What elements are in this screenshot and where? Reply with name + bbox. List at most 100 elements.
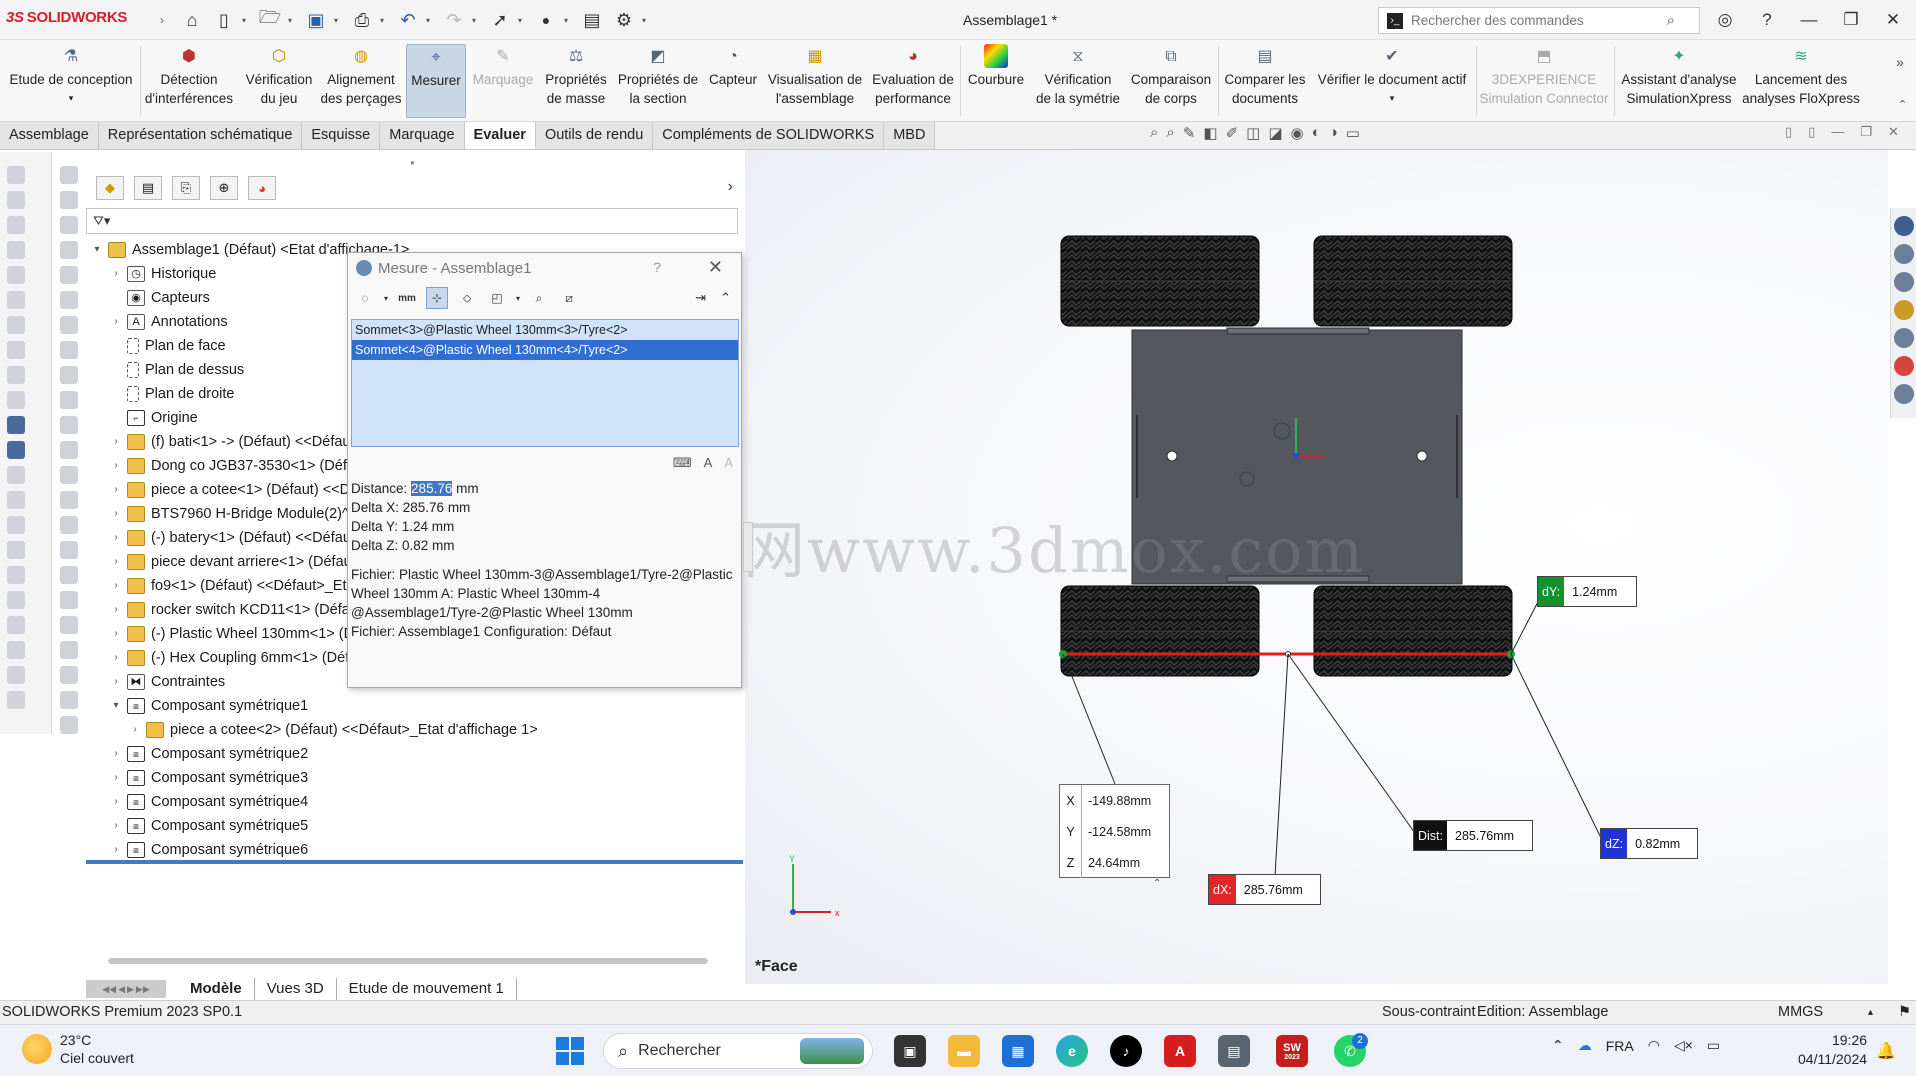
sketch-tool-icon[interactable]	[60, 191, 78, 209]
sketch-tool-icon[interactable]	[7, 641, 25, 659]
dimxpert-tab-icon[interactable]: ⊕	[210, 176, 238, 200]
taskbar-search-input[interactable]: ⌕ Rechercher	[603, 1033, 873, 1069]
sketch-tool-icon[interactable]	[7, 266, 25, 284]
tree-filter-input[interactable]: ⛛▾	[86, 208, 738, 234]
section-view-icon[interactable]: ◧	[1203, 124, 1217, 142]
sketch-tool-icon[interactable]	[7, 666, 25, 684]
sketch-tool-icon[interactable]	[7, 516, 25, 534]
interference-detection-button[interactable]: ⬢ Détection d'interférences	[143, 44, 235, 118]
menu-arrow-icon[interactable]: ›	[160, 13, 164, 27]
appearance-icon[interactable]: ◐	[1312, 124, 1321, 142]
collapse-callout-icon[interactable]: ⌃	[1153, 878, 1161, 889]
sketch-tool-icon[interactable]	[60, 566, 78, 584]
sketch-tool-icon[interactable]	[7, 241, 25, 259]
options-gear-icon[interactable]: ⚙	[610, 6, 638, 34]
tree-item[interactable]: › ⧈ Composant symétrique5	[86, 814, 743, 838]
xyz-coordinate-callout[interactable]: X -149.88mm Y -124.58mm Z 24.64mm	[1059, 784, 1170, 878]
compare-documents-button[interactable]: ▤ Comparer les documents	[1222, 44, 1308, 118]
chevron-down-icon[interactable]: ▾	[384, 294, 388, 303]
assembly-visualization-button[interactable]: ▦ Visualisation de l'assemblage	[764, 44, 866, 118]
sketch-tool-icon[interactable]	[60, 666, 78, 684]
wheel-front-left[interactable]	[1060, 235, 1260, 327]
tree-item[interactable]: ▾ ⧈ Composant symétrique1	[86, 694, 743, 718]
3dexperience-icon[interactable]	[1894, 216, 1914, 236]
battery-icon[interactable]: ▭	[1707, 1037, 1720, 1054]
chevron-right-icon[interactable]: ›	[109, 430, 123, 454]
tiktok-icon[interactable]: ♪	[1110, 1035, 1142, 1067]
panel-divider[interactable]	[86, 860, 743, 864]
chevron-right-icon[interactable]: ›	[109, 526, 123, 550]
measure-button[interactable]: ⌖ Mesurer	[406, 44, 466, 118]
sketch-tool-icon[interactable]	[60, 391, 78, 409]
property-manager-tab-icon[interactable]: ▤	[134, 176, 162, 200]
file-properties-icon[interactable]: ▤	[578, 6, 606, 34]
tile-vertical-icon[interactable]: ▯	[1808, 124, 1815, 140]
tile-horizontal-icon[interactable]: ▯	[1785, 124, 1792, 140]
redo-icon[interactable]: ↷	[440, 6, 468, 34]
tab-esquisse[interactable]: Esquisse	[302, 122, 381, 149]
chevron-right-icon[interactable]: ›	[109, 502, 123, 526]
microsoft-store-icon[interactable]: ▦	[1002, 1035, 1034, 1067]
distance-value[interactable]: 285.76	[411, 481, 453, 496]
design-study-button[interactable]: ⚗ Etude de conception ▾	[6, 44, 136, 118]
tree-item[interactable]: › ⧈ Composant symétrique6	[86, 838, 743, 862]
windows-start-icon[interactable]	[556, 1037, 584, 1065]
chevron-down-icon[interactable]: ▾	[564, 16, 574, 25]
doc-restore-button[interactable]: ❐	[1860, 124, 1872, 140]
chevron-down-icon[interactable]: ▾	[288, 16, 298, 25]
font-smaller-icon[interactable]: A	[724, 455, 733, 471]
measure-title-bar[interactable]: Mesure - Assemblage1	[348, 253, 741, 283]
tree-item[interactable]: › ⧈ Composant symétrique3	[86, 766, 743, 790]
command-search-input[interactable]: ›_ Rechercher des commandes ⌕	[1378, 7, 1700, 34]
sketch-tool-icon[interactable]	[7, 566, 25, 584]
weather-widget[interactable]: 23°C Ciel couvert	[22, 1031, 134, 1067]
check-active-document-button[interactable]: ✔ Vérifier le document actif ▾	[1312, 44, 1472, 118]
tree-item[interactable]: › ⧈ Composant symétrique4	[86, 790, 743, 814]
mass-properties-button[interactable]: ⚖ Propriétés de masse	[540, 44, 612, 118]
chevron-right-icon[interactable]: ›	[109, 574, 123, 598]
ribbon-overflow-icon[interactable]: »	[1896, 54, 1904, 70]
sketch-tool-icon[interactable]	[7, 391, 25, 409]
sketch-tool-icon[interactable]	[60, 641, 78, 659]
tree-item[interactable]: › ⧈ Composant symétrique2	[86, 742, 743, 766]
sketch-tool-icon[interactable]	[60, 366, 78, 384]
open-folder-icon[interactable]: 🗁	[256, 6, 284, 34]
chevron-up-icon[interactable]: ⌃	[1552, 1037, 1564, 1054]
notification-bell-icon[interactable]: 🔔	[1876, 1041, 1896, 1061]
clock[interactable]: 19:26 04/11/2024	[1798, 1031, 1867, 1069]
chevron-right-icon[interactable]: ›	[109, 478, 123, 502]
body-compare-button[interactable]: ⧉ Comparaison de corps	[1128, 44, 1214, 118]
tab-representation-schematique[interactable]: Représentation schématique	[98, 122, 303, 149]
tab-mbd[interactable]: MBD	[884, 122, 936, 149]
appearances-icon[interactable]	[1894, 356, 1914, 376]
units-precision-button[interactable]: mm	[396, 287, 418, 309]
view-settings-icon[interactable]: ▭	[1346, 124, 1360, 142]
sketch-tool-icon[interactable]	[60, 266, 78, 284]
task-view-icon[interactable]: ▣	[894, 1035, 926, 1067]
minimize-button[interactable]: —	[1794, 6, 1824, 34]
close-button[interactable]: ✕	[1878, 6, 1908, 34]
list-item[interactable]: Sommet<3>@Plastic Wheel 130mm<3>/Tyre<2>	[352, 320, 738, 340]
chevron-down-icon[interactable]: ▾	[109, 694, 123, 718]
horizontal-scrollbar[interactable]	[108, 958, 708, 964]
dz-callout[interactable]: dZ: 0.82mm	[1600, 828, 1698, 859]
tab-modele[interactable]: Modèle	[178, 978, 255, 1000]
sketch-tool-icon[interactable]	[7, 191, 25, 209]
chevron-down-icon[interactable]: ▾	[426, 16, 436, 25]
configuration-manager-tab-icon[interactable]: ⎘	[172, 176, 200, 200]
sketch-tool-icon[interactable]	[7, 166, 25, 184]
chevron-right-icon[interactable]: ›	[109, 838, 123, 862]
traffic-light-icon[interactable]: ●	[532, 6, 560, 34]
undo-icon[interactable]: ↶	[394, 6, 422, 34]
edge-browser-icon[interactable]: e	[1056, 1035, 1088, 1067]
sketch-tool-icon[interactable]	[7, 366, 25, 384]
chevron-right-icon[interactable]: ›	[109, 670, 123, 694]
arc-circle-measure-icon[interactable]: ◌	[354, 287, 376, 309]
hide-show-icon[interactable]: ◉	[1291, 124, 1304, 142]
simulationxpress-button[interactable]: ✦ Assistant d'analyse SimulationXpress	[1618, 44, 1740, 118]
sketch-tool-icon[interactable]	[60, 616, 78, 634]
hole-alignment-button[interactable]: ◍ Alignement des perçages	[320, 44, 402, 118]
wheel-front-right[interactable]	[1313, 235, 1513, 327]
dynamic-annotation-icon[interactable]: ✐	[1226, 124, 1239, 142]
chevron-right-icon[interactable]: ›	[728, 178, 733, 196]
